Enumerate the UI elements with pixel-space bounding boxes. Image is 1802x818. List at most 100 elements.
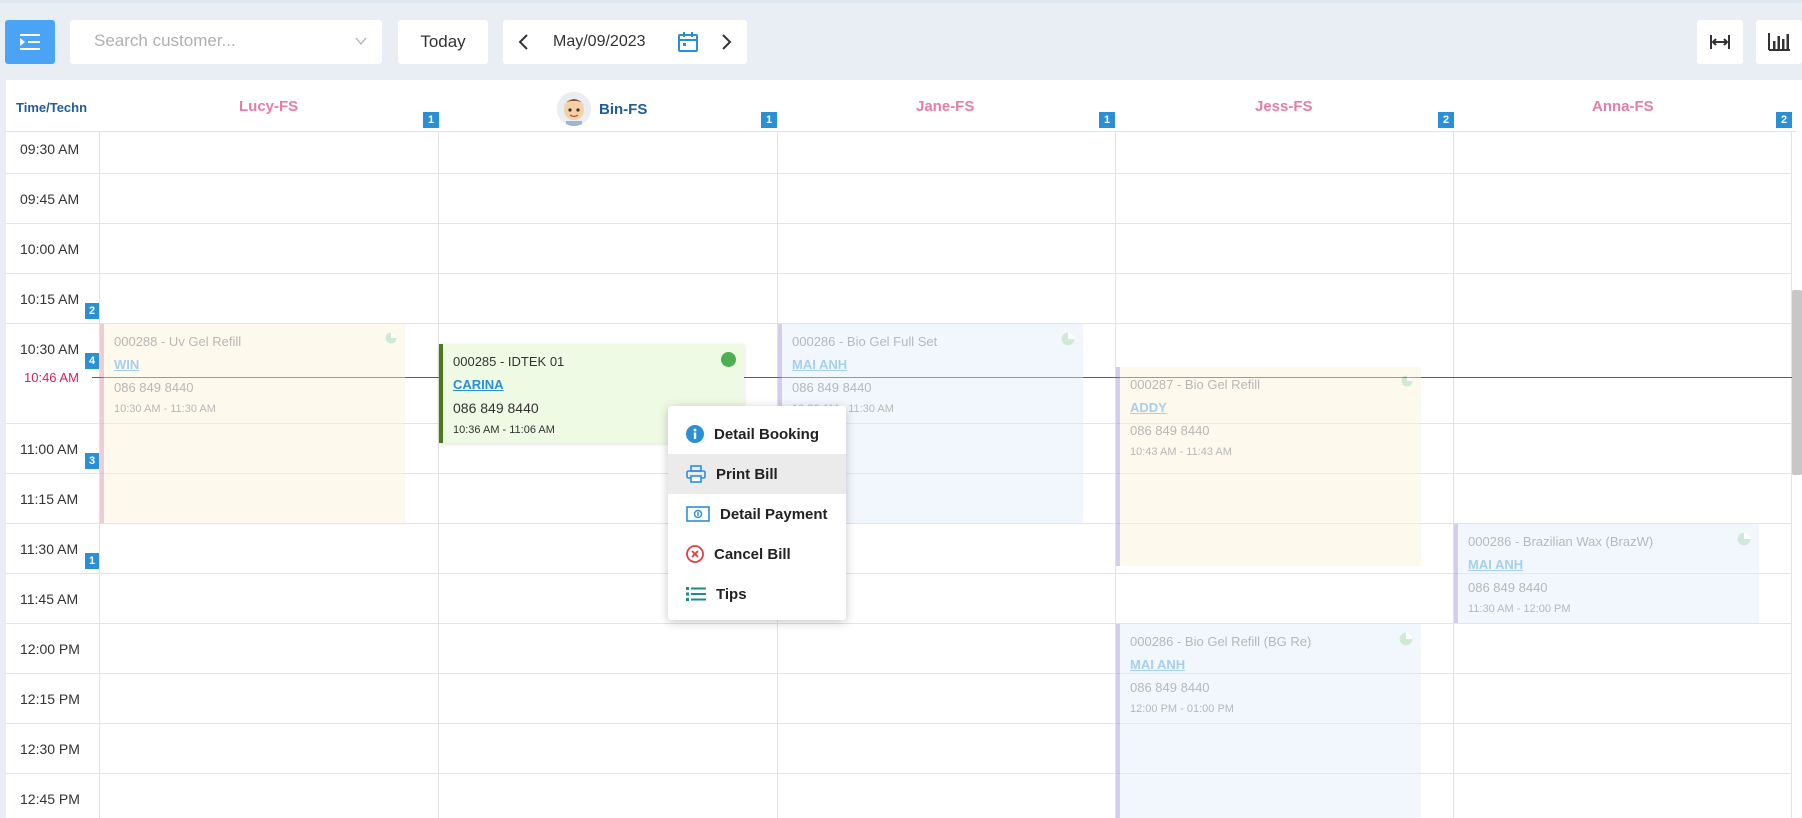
menu-item-label: Print Bill (716, 465, 778, 483)
time-label: 12:45 PM (20, 791, 80, 807)
fit-width-button[interactable] (1697, 20, 1743, 64)
customer-phone: 086 849 8440 (792, 380, 872, 395)
top-toolbar: Today May/09/2023 (0, 0, 1802, 80)
slot-count-badge: 2 (85, 303, 99, 319)
printer-icon (686, 465, 706, 483)
appointment-title: 000286 - Bio Gel Full Set (792, 334, 938, 349)
tech-header-jess[interactable]: Jess-FS (1255, 98, 1313, 115)
appointment-time-range: 10:30 AM - 11:30 AM (114, 403, 216, 415)
slot-divider (6, 673, 1791, 674)
column-header-row: Time/Techn Lucy-FS 1 Bin-FS 1 Jane-FS 1 … (6, 80, 1796, 132)
customer-search[interactable] (70, 20, 382, 64)
fit-width-icon (1710, 35, 1730, 49)
customer-phone: 086 849 8440 (1130, 423, 1210, 438)
menu-item-detail-booking[interactable]: Detail Booking (668, 414, 846, 454)
customer-link[interactable]: MAI ANH (1130, 657, 1411, 672)
menu-item-print-bill[interactable]: Print Bill (668, 454, 846, 494)
appointment-title: 000287 - Bio Gel Refill (1130, 377, 1261, 392)
tech-count-badge: 1 (1099, 112, 1115, 128)
time-label: 11:00 AM (20, 441, 79, 457)
time-label: 12:30 PM (20, 741, 80, 757)
slot-count-badge: 1 (85, 553, 99, 569)
chevron-down-icon[interactable] (354, 34, 368, 48)
progress-pie-icon (1737, 532, 1751, 546)
date-navigator: May/09/2023 (503, 20, 747, 64)
menu-indent-icon (20, 34, 40, 50)
search-input[interactable] (94, 20, 344, 62)
schedule-grid: Time/Techn Lucy-FS 1 Bin-FS 1 Jane-FS 1 … (6, 80, 1802, 818)
appointment-card[interactable]: 000286 - Brazilian Wax (BrazW) MAI ANH 0… (1454, 524, 1759, 623)
time-label: 10:00 AM (20, 241, 80, 257)
chevron-right-icon[interactable] (719, 32, 733, 52)
column-divider (438, 132, 439, 818)
menu-item-label: Detail Payment (720, 505, 828, 523)
tech-header-bin[interactable]: Bin-FS (557, 92, 647, 126)
time-label: 12:00 PM (20, 641, 80, 657)
slot-divider (6, 723, 1791, 724)
menu-item-label: Tips (716, 585, 747, 603)
appointment-title: 000286 - Brazilian Wax (BrazW) (1468, 534, 1654, 549)
menu-toggle-button[interactable] (5, 20, 55, 64)
tech-header-anna[interactable]: Anna-FS (1592, 98, 1654, 115)
menu-item-cancel-bill[interactable]: Cancel Bill (668, 534, 846, 574)
appointment-time-range: 11:30 AM - 12:00 PM (1468, 603, 1571, 615)
bar-chart-icon (1768, 33, 1790, 51)
slot-divider (6, 623, 1791, 624)
tech-name: Jess-FS (1255, 98, 1313, 115)
cancel-circle-icon (686, 545, 704, 563)
info-icon (686, 425, 704, 443)
time-label: 11:45 AM (20, 591, 79, 607)
customer-link[interactable]: WIN (114, 357, 395, 372)
appointment-card[interactable]: 000288 - Uv Gel Refill WIN 086 849 8440 … (100, 324, 405, 523)
slot-count-badge: 4 (85, 353, 99, 369)
customer-link[interactable]: MAI ANH (1468, 557, 1749, 572)
progress-pie-icon (385, 332, 397, 344)
slot-divider (6, 173, 1791, 174)
time-column-header: Time/Techn (16, 100, 88, 115)
appointment-time-range: 12:00 PM - 01:00 PM (1130, 703, 1234, 715)
time-label: 09:45 AM (20, 191, 80, 207)
progress-pie-icon (1401, 375, 1413, 387)
avatar (557, 92, 591, 126)
current-date[interactable]: May/09/2023 (553, 33, 646, 51)
list-icon (686, 587, 706, 601)
calendar-icon[interactable] (677, 31, 699, 53)
today-button[interactable]: Today (398, 20, 488, 64)
current-time-label: 10:46 AM (24, 370, 79, 385)
menu-item-detail-payment[interactable]: Detail Payment (668, 494, 846, 534)
slot-divider (6, 273, 1791, 274)
tech-header-jane[interactable]: Jane-FS (916, 98, 974, 115)
appointment-title: 000286 - Bio Gel Refill (BG Re) (1130, 634, 1312, 649)
vertical-scrollbar[interactable] (1792, 290, 1802, 475)
time-label: 10:30 AM (20, 341, 80, 357)
tech-header-lucy[interactable]: Lucy-FS (239, 98, 298, 115)
customer-phone: 086 849 8440 (1468, 580, 1548, 595)
customer-link[interactable]: MAI ANH (792, 357, 1073, 372)
menu-item-label: Cancel Bill (714, 545, 791, 563)
customer-phone: 086 849 8440 (1130, 680, 1210, 695)
time-label: 11:15 AM (20, 491, 79, 507)
tech-count-badge: 1 (761, 112, 777, 128)
appointment-title: 000288 - Uv Gel Refill (114, 334, 242, 349)
report-button[interactable] (1756, 20, 1802, 64)
tech-count-badge: 2 (1776, 112, 1792, 128)
tech-name: Bin-FS (599, 100, 648, 118)
customer-link[interactable]: CARINA (453, 377, 734, 392)
chevron-left-icon[interactable] (517, 32, 531, 52)
menu-item-label: Detail Booking (714, 425, 820, 443)
tech-name: Lucy-FS (239, 98, 299, 115)
tech-count-badge: 1 (423, 112, 439, 128)
time-label: 09:30 AM (20, 141, 80, 157)
status-dot-icon (721, 352, 736, 367)
appointment-card[interactable]: 000286 - Bio Gel Refill (BG Re) MAI ANH … (1116, 624, 1421, 818)
time-label: 11:30 AM (20, 541, 79, 557)
money-bill-icon (686, 506, 710, 522)
menu-item-tips[interactable]: Tips (668, 574, 846, 614)
time-label: 10:15 AM (20, 291, 80, 307)
context-menu: Detail Booking Print Bill Detail Payment… (668, 406, 846, 620)
slot-count-badge: 3 (85, 453, 99, 469)
appointment-card[interactable]: 000287 - Bio Gel Refill ADDY 086 849 844… (1116, 367, 1421, 566)
tech-name: Anna-FS (1592, 98, 1654, 115)
customer-phone: 086 849 8440 (114, 380, 194, 395)
customer-link[interactable]: ADDY (1130, 400, 1411, 415)
